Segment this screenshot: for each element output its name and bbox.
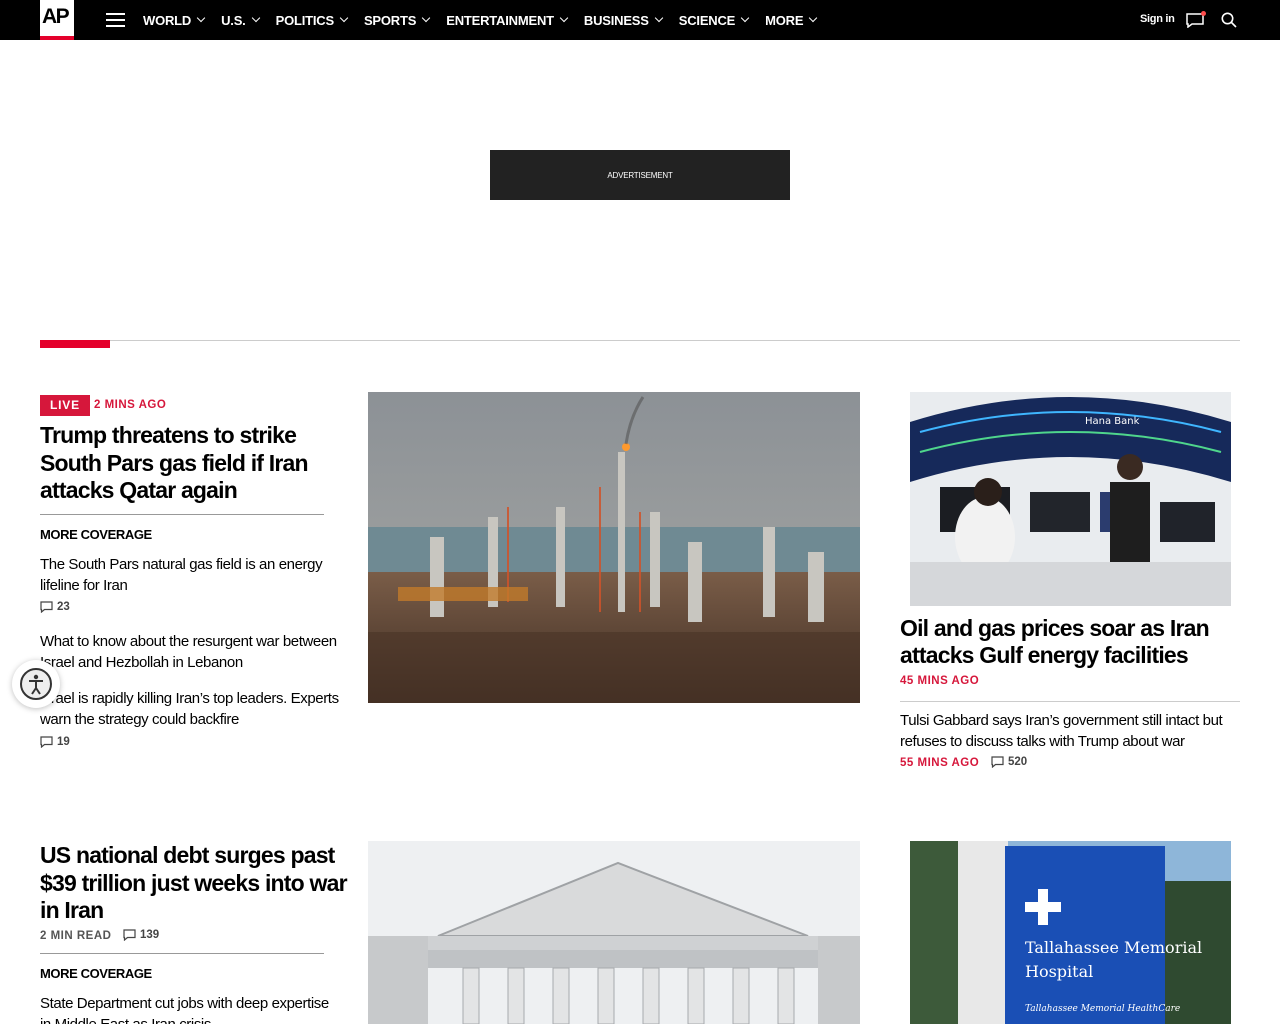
trading-floor-photo[interactable]: Hana Bank [910, 392, 1231, 606]
oil-gas-timestamp: 45 MINS AGO [900, 675, 980, 687]
treasury-photo[interactable] [368, 841, 860, 1024]
top-nav-bar: AP WORLD U.S. POLITICS SPORTS ENTERTAINM… [0, 0, 1280, 40]
comment-count-value: 520 [1008, 756, 1028, 768]
nav-item-science[interactable]: SCIENCE [678, 0, 750, 40]
message-icon[interactable] [1186, 11, 1206, 29]
bank-sign: Hana Bank [1085, 416, 1140, 427]
nav-label: WORLD [143, 12, 192, 28]
related-link-2[interactable]: What to know about the resurgent war bet… [40, 631, 340, 673]
nav-label: SPORTS [363, 12, 417, 28]
comment-count[interactable]: 19 [40, 736, 70, 748]
lead-timestamp: 2 MINS AGO [94, 399, 167, 411]
comment-count-value: 23 [57, 601, 70, 613]
comment-icon [40, 601, 53, 613]
chevron-down-icon [339, 13, 349, 23]
hospital-sign-line3: Tallahassee Memorial HealthCare [1025, 1004, 1180, 1014]
hospital-sign-line1: Tallahassee Memorial [1025, 938, 1202, 957]
nav-label: U.S. [221, 12, 246, 28]
refinery-photo[interactable] [368, 392, 860, 703]
comment-icon [991, 756, 1004, 768]
more-coverage-label: MORE COVERAGE [40, 966, 152, 981]
nav-label: BUSINESS [583, 12, 649, 28]
advertisement-slot[interactable]: ADVERTISEMENT [490, 150, 790, 200]
more-coverage-label: MORE COVERAGE [40, 527, 152, 542]
debt-headline[interactable]: US national debt surges past $39 trillio… [40, 842, 350, 925]
search-icon[interactable] [1221, 12, 1237, 28]
comment-count[interactable]: 139 [123, 929, 159, 941]
notification-dot [1201, 11, 1206, 16]
accessibility-button[interactable] [12, 660, 60, 708]
comment-count[interactable]: 520 [991, 756, 1027, 768]
nav-item-entertainment[interactable]: ENTERTAINMENT [446, 0, 569, 40]
live-badge: LIVE [40, 395, 90, 416]
nav-item-world[interactable]: WORLD [143, 0, 206, 40]
chevron-down-icon [654, 13, 663, 23]
related-link-1[interactable]: The South Pars natural gas field is an e… [40, 554, 340, 596]
chevron-down-icon [251, 13, 260, 23]
lead-headline[interactable]: Trump threatens to strike South Pars gas… [40, 422, 340, 505]
gabbard-timestamp: 55 MINS AGO [900, 757, 980, 769]
logo-text: AP [42, 5, 70, 28]
debt-divider [40, 953, 324, 954]
oil-gas-headline[interactable]: Oil and gas prices soar as Iran attacks … [900, 615, 1230, 669]
comment-icon [123, 929, 136, 941]
comment-count-value: 139 [140, 929, 160, 941]
comment-icon [40, 736, 53, 748]
nav-item-politics[interactable]: POLITICS [275, 0, 349, 40]
right-divider [900, 701, 1240, 702]
menu-icon[interactable] [106, 13, 125, 27]
chevron-down-icon [196, 13, 206, 23]
lead-divider [40, 514, 324, 515]
nav-item-business[interactable]: BUSINESS [583, 0, 663, 40]
chevron-down-icon [559, 13, 569, 23]
ap-logo[interactable]: AP [40, 0, 74, 40]
nav-item-us[interactable]: U.S. [221, 0, 260, 40]
gabbard-link[interactable]: Tulsi Gabbard says Iran’s government sti… [900, 710, 1240, 752]
chevron-down-icon [809, 13, 818, 23]
nav-label: MORE [765, 12, 804, 28]
accessibility-icon [20, 668, 52, 700]
section-divider [40, 340, 1240, 341]
sign-in-link[interactable]: Sign in [1140, 13, 1175, 25]
nav-label: POLITICS [275, 12, 335, 28]
comment-count-value: 19 [57, 736, 70, 748]
chevron-down-icon [421, 13, 431, 23]
ad-label: ADVERTISEMENT [607, 170, 673, 180]
main-nav: WORLD U.S. POLITICS SPORTS ENTERTAINMENT… [143, 0, 833, 40]
related-link-3[interactable]: Israel is rapidly killing Iran’s top lea… [40, 688, 340, 730]
hospital-sign-line2: Hospital [1025, 962, 1093, 981]
nav-item-more[interactable]: MORE [765, 0, 818, 40]
nav-label: ENTERTAINMENT [446, 12, 554, 28]
comment-count[interactable]: 23 [40, 601, 70, 613]
section-accent-bar [40, 340, 110, 348]
nav-label: SCIENCE [678, 12, 736, 28]
state-dept-link[interactable]: State Department cut jobs with deep expe… [40, 993, 340, 1024]
hospital-photo[interactable]: Tallahassee Memorial Hospital Tallahasse… [910, 841, 1231, 1024]
nav-item-sports[interactable]: SPORTS [363, 0, 431, 40]
read-time: 2 MIN READ [40, 930, 112, 942]
chevron-down-icon [740, 13, 750, 23]
